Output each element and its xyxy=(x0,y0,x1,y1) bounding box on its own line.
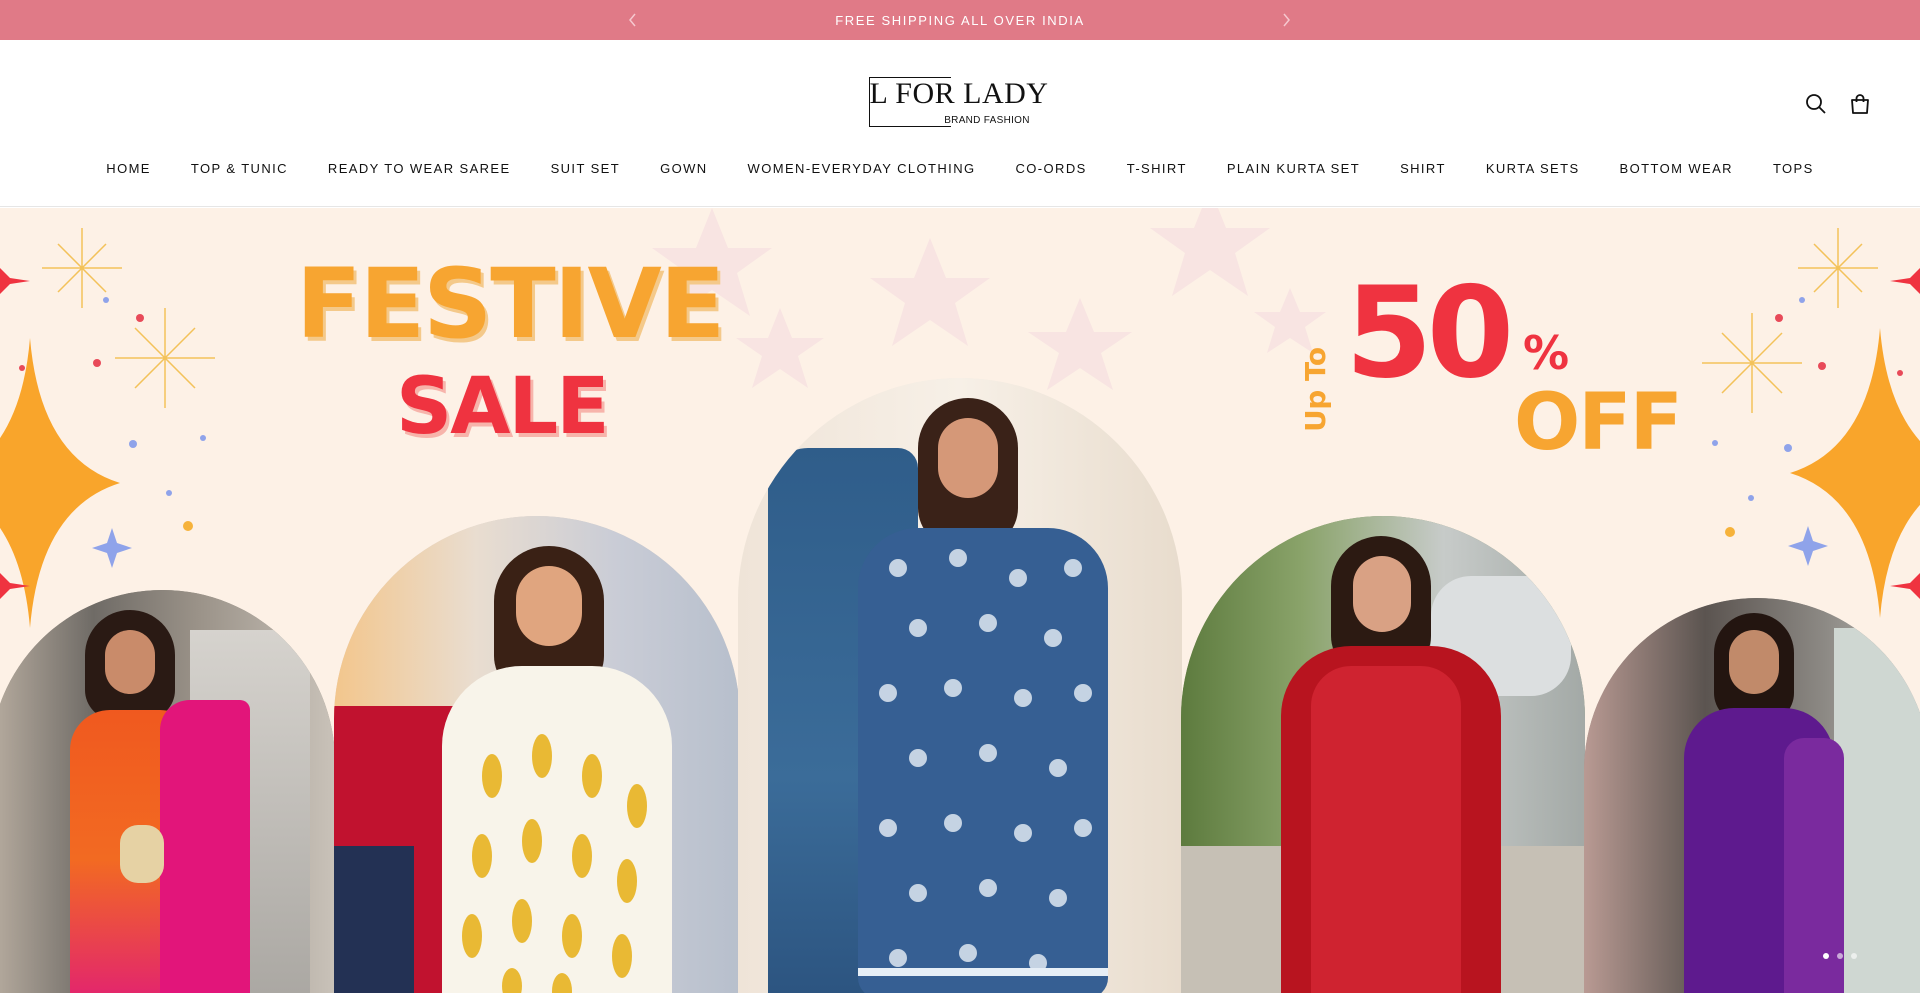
announcement-next-button[interactable] xyxy=(1274,8,1298,32)
nav-item-top-tunic[interactable]: TOP & TUNIC xyxy=(171,158,308,180)
nav-item-ready-to-wear-saree[interactable]: READY TO WEAR SAREE xyxy=(308,158,531,180)
nav-item-suit-set[interactable]: SUIT SET xyxy=(531,158,640,180)
nav-item-kurta-sets[interactable]: KURTA SETS xyxy=(1466,158,1600,180)
chevron-left-icon xyxy=(629,13,636,27)
model-photo-yellow-dress xyxy=(334,516,740,993)
pager-dot-1[interactable] xyxy=(1823,953,1829,959)
search-button[interactable] xyxy=(1803,91,1829,117)
nav-item-home[interactable]: HOME xyxy=(86,158,171,180)
offer-suffix: OFF xyxy=(1514,378,1683,468)
offer-percent: % xyxy=(1523,326,1570,380)
nav-item-gown[interactable]: GOWN xyxy=(640,158,727,180)
hero-headline-sale: SALE xyxy=(396,362,610,452)
model-photo-purple-suit xyxy=(1584,598,1920,993)
announcement-prev-button[interactable] xyxy=(621,8,645,32)
cart-button[interactable] xyxy=(1847,91,1873,117)
nav-item-bottom-wear[interactable]: BOTTOM WEAR xyxy=(1600,158,1753,180)
site-header: L FOR LADY BRAND FASHION HOME TOP & TUNI… xyxy=(0,40,1920,207)
search-icon xyxy=(1806,94,1826,114)
offer-value: 50 xyxy=(1345,259,1514,406)
yellow-print-pattern xyxy=(462,734,647,993)
pager-dot-2[interactable] xyxy=(1837,953,1843,959)
logo[interactable]: L FOR LADY BRAND FASHION xyxy=(869,77,1049,131)
nav-item-t-shirt[interactable]: T-SHIRT xyxy=(1107,158,1207,180)
pager-dot-3[interactable] xyxy=(1851,953,1857,959)
blue-print-pattern xyxy=(858,549,1108,976)
logo-subtitle: BRAND FASHION xyxy=(944,114,1030,126)
nav-item-women-everyday-clothing[interactable]: WOMEN-EVERYDAY CLOTHING xyxy=(728,158,996,180)
hero-pager xyxy=(1823,953,1857,959)
main-nav: HOME TOP & TUNIC READY TO WEAR SAREE SUI… xyxy=(0,158,1920,180)
nav-item-tops[interactable]: TOPS xyxy=(1753,158,1834,180)
offer-prefix: Up To xyxy=(1299,347,1332,432)
announcement-text: FREE SHIPPING ALL OVER INDIA xyxy=(835,12,1085,28)
model-photo-blue-dress xyxy=(738,378,1182,993)
announcement-bar: FREE SHIPPING ALL OVER INDIA xyxy=(0,0,1920,40)
chevron-right-icon xyxy=(1283,13,1290,27)
logo-title: L FOR LADY xyxy=(869,76,1049,110)
model-photo-pink-suit xyxy=(0,590,335,993)
hero-banner[interactable]: FESTIVE SALE Up To 50 % OFF xyxy=(0,208,1920,993)
hero-headline-festive: FESTIVE xyxy=(296,248,725,360)
model-photo-red-suit xyxy=(1181,516,1585,993)
shopping-bag-icon xyxy=(1851,94,1869,114)
nav-item-plain-kurta-set[interactable]: PLAIN KURTA SET xyxy=(1207,158,1380,180)
nav-item-co-ords[interactable]: CO-ORDS xyxy=(996,158,1107,180)
nav-item-shirt[interactable]: SHIRT xyxy=(1380,158,1466,180)
